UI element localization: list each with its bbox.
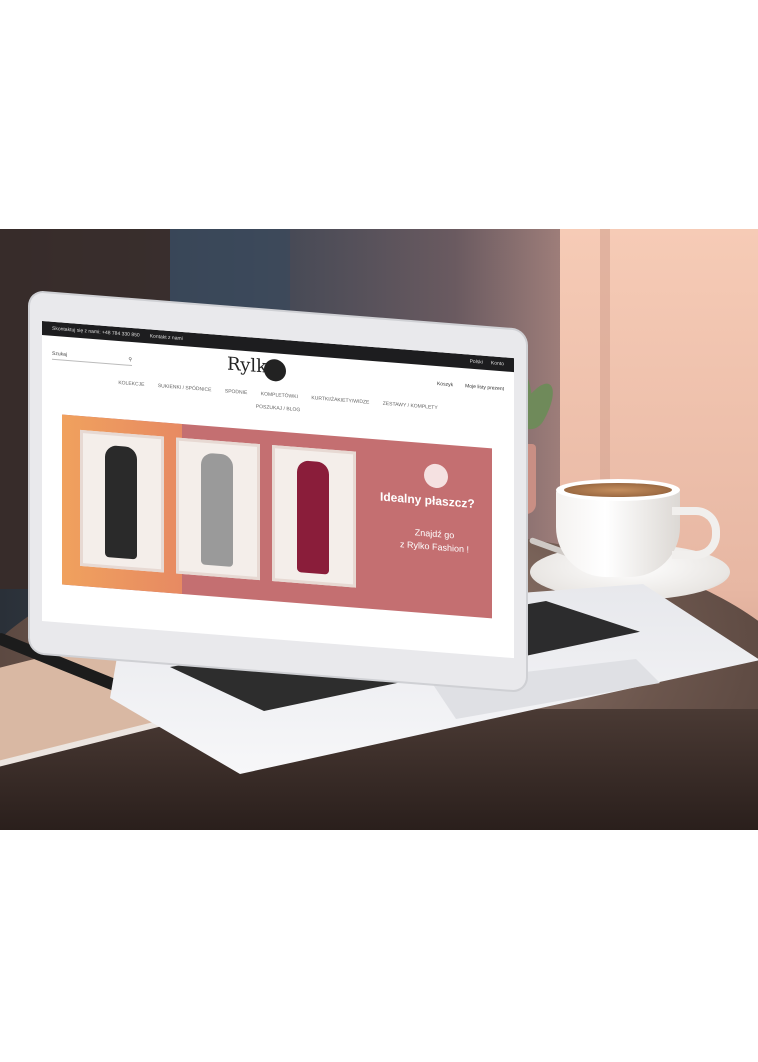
- contact-link[interactable]: Kontakt z nami: [150, 333, 183, 342]
- photo-scene: Skontaktuj się z nami: +48 784 330 850 K…: [0, 229, 758, 830]
- coffee: [564, 483, 672, 497]
- search-input[interactable]: Szukaj ⚲: [52, 348, 132, 366]
- coat-figure: [201, 452, 233, 567]
- logo-emblem-icon: [264, 358, 286, 383]
- hero-banner[interactable]: Idealny płaszcz? Znajdź go z Rylko Fashi…: [62, 414, 492, 619]
- search-icon[interactable]: ⚲: [128, 356, 132, 362]
- nav-item[interactable]: KOLEKCJE: [118, 380, 144, 388]
- nav-item[interactable]: ZESTAWY / KOMPLETY: [383, 401, 438, 411]
- banner-logo-icon: [424, 463, 448, 489]
- wishlist-link[interactable]: Moje listy prezent: [465, 383, 504, 392]
- laptop-lid: Skontaktuj się z nami: +48 784 330 850 K…: [30, 292, 526, 692]
- search-placeholder: Szukaj: [52, 350, 68, 358]
- banner-subtitle: Znajdź go z Rylko Fashion !: [400, 525, 469, 556]
- nav-item[interactable]: SUKIENKI / SPÓDNICE: [158, 383, 212, 393]
- nav-item[interactable]: KOMPLETÓWKI: [261, 391, 298, 400]
- language-select[interactable]: Polski: [470, 359, 483, 366]
- product-photo[interactable]: [176, 437, 260, 581]
- nav-item[interactable]: POSZUKAJ / BLOG: [256, 404, 300, 413]
- cart-link[interactable]: Koszyk: [437, 381, 453, 388]
- banner-title: Idealny płaszcz?: [380, 489, 475, 511]
- coat-figure: [105, 444, 137, 560]
- account-links: Koszyk Moje listy prezent: [437, 381, 504, 392]
- nav-item[interactable]: SPODNIE: [225, 388, 248, 396]
- account-menu[interactable]: Konto: [491, 360, 504, 367]
- nav-item[interactable]: KURTKI/ŻAKIETY/WIDZE: [311, 395, 369, 406]
- cup-handle: [672, 507, 720, 559]
- coat-figure: [297, 460, 329, 575]
- laptop-screen: Skontaktuj się z nami: +48 784 330 850 K…: [42, 320, 514, 659]
- product-photo[interactable]: [80, 429, 164, 573]
- product-photo[interactable]: [272, 445, 356, 588]
